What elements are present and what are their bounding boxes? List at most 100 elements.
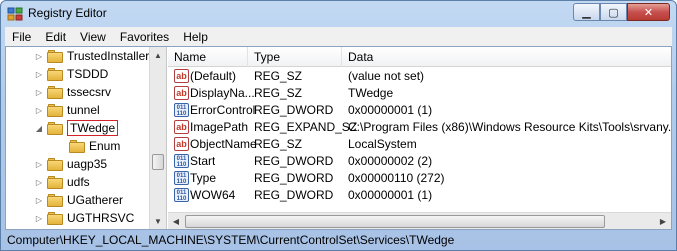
menu-help[interactable]: Help: [176, 30, 215, 44]
folder-icon: [47, 193, 63, 207]
list-header: Name Type Data: [168, 47, 671, 67]
tree-vertical-scrollbar[interactable]: ▲ ▼: [149, 47, 166, 229]
folder-icon: [47, 121, 63, 135]
title-bar[interactable]: Registry Editor ▁ ▢ ✕: [1, 1, 676, 27]
menu-file[interactable]: File: [5, 30, 38, 44]
scroll-right-arrow-icon[interactable]: ▶: [655, 213, 671, 229]
list-row[interactable]: 011 110 WOW64 REG_DWORD 0x00000001 (1): [168, 187, 671, 204]
maximize-icon: ▢: [608, 6, 619, 19]
close-button[interactable]: ✕: [627, 3, 670, 21]
list-row[interactable]: 011 110 ErrorControl REG_DWORD 0x00000001…: [168, 102, 671, 119]
expand-arrow-icon[interactable]: ▷: [34, 106, 44, 115]
tree-item-label: udfs: [67, 175, 90, 189]
value-data: TWedge: [348, 86, 394, 100]
scroll-thumb[interactable]: [152, 154, 164, 170]
value-name: Start: [190, 154, 216, 168]
list-row[interactable]: 011 110 Type REG_DWORD 0x00000110 (272): [168, 170, 671, 187]
values-horizontal-scrollbar[interactable]: ◀ ▶: [168, 212, 671, 229]
expand-arrow-icon[interactable]: ▷: [34, 88, 44, 97]
value-name: ErrorControl: [190, 103, 256, 117]
window-controls: ▁ ▢ ✕: [573, 3, 670, 21]
list-row[interactable]: 011 110 Start REG_DWORD 0x00000002 (2): [168, 153, 671, 170]
scroll-up-arrow-icon[interactable]: ▲: [150, 47, 166, 63]
column-header-type[interactable]: Type: [248, 47, 342, 67]
tree-item-label: tssecsrv: [67, 85, 112, 99]
string-value-icon: ab: [174, 120, 189, 134]
value-data: LocalSystem: [348, 137, 417, 151]
list-row[interactable]: ab ImagePath REG_EXPAND_SZ C:\Program Fi…: [168, 119, 671, 136]
value-type: REG_EXPAND_SZ: [254, 120, 358, 134]
value-name: (Default): [190, 69, 237, 83]
folder-icon: [69, 139, 85, 153]
string-value-icon: ab: [174, 137, 189, 151]
scroll-left-arrow-icon[interactable]: ◀: [168, 213, 184, 229]
tree-item-twedge[interactable]: ◢ TWedge: [34, 119, 119, 137]
menu-view[interactable]: View: [73, 30, 113, 44]
tree-item-uagp35[interactable]: ▷ uagp35: [34, 155, 107, 173]
tree-item-label: UGTHRSVC: [67, 211, 135, 225]
tree-item-label: Enum: [89, 139, 121, 153]
folder-icon: [47, 103, 63, 117]
value-type: REG_SZ: [254, 69, 303, 83]
tree-item-trustedinstaller[interactable]: ▷ TrustedInstaller: [34, 47, 149, 65]
value-data: 0x00000002 (2): [348, 154, 433, 168]
minimize-button[interactable]: ▁: [573, 3, 600, 21]
binary-value-icon: 011 110: [174, 154, 189, 168]
tree-item-label: UGatherer: [67, 193, 124, 207]
expand-arrow-icon[interactable]: ▷: [34, 52, 44, 61]
tree-item-label: tunnel: [67, 103, 100, 117]
tree-item-tssecsrv[interactable]: ▷ tssecsrv: [34, 83, 111, 101]
folder-icon: [47, 49, 63, 63]
tree-item-enum[interactable]: Enum: [56, 137, 120, 155]
string-value-icon: ab: [174, 69, 189, 83]
tree-item-label-selected: TWedge: [67, 120, 119, 136]
tree-item-ugatherer[interactable]: ▷ UGatherer: [34, 191, 123, 209]
list-row[interactable]: ab ObjectName REG_SZ LocalSystem: [168, 136, 671, 153]
value-name: ImagePath: [190, 120, 249, 134]
binary-value-icon: 011 110: [174, 188, 189, 202]
tree-item-tunnel[interactable]: ▷ tunnel: [34, 101, 100, 119]
folder-icon: [47, 67, 63, 81]
menu-edit[interactable]: Edit: [38, 30, 73, 44]
tree-item-tsddd[interactable]: ▷ TSDDD: [34, 65, 108, 83]
value-data: 0x00000110 (272): [348, 171, 445, 185]
list-row[interactable]: ab DisplayNa... REG_SZ TWedge: [168, 85, 671, 102]
value-type: REG_DWORD: [254, 188, 334, 202]
list-row[interactable]: ab (Default) REG_SZ (value not set): [168, 68, 671, 85]
value-data: (value not set): [348, 69, 425, 83]
scroll-thumb[interactable]: [185, 215, 605, 228]
expand-arrow-icon[interactable]: ▷: [34, 196, 44, 205]
tree-item-ugthrsvc[interactable]: ▷ UGTHRSVC: [34, 209, 134, 227]
column-header-name[interactable]: Name: [168, 47, 248, 67]
menu-favorites[interactable]: Favorites: [113, 30, 176, 44]
folder-icon: [47, 157, 63, 171]
value-data: 0x00000001 (1): [348, 188, 433, 202]
tree-item-label: uagp35: [67, 157, 108, 171]
column-header-data[interactable]: Data: [342, 47, 671, 67]
key-tree: ▷ TrustedInstaller ▷ TSDDD ▷ tssecsrv ▷ …: [6, 47, 167, 229]
maximize-button[interactable]: ▢: [600, 3, 627, 21]
tree-item-udfs[interactable]: ▷ udfs: [34, 173, 90, 191]
folder-icon: [47, 175, 63, 189]
folder-icon: [47, 85, 63, 99]
scroll-down-arrow-icon[interactable]: ▼: [150, 213, 166, 229]
expand-arrow-icon[interactable]: ▷: [34, 214, 44, 223]
value-type: REG_DWORD: [254, 171, 334, 185]
menu-bar: File Edit View Favorites Help: [5, 27, 672, 46]
expand-arrow-icon[interactable]: ▷: [34, 160, 44, 169]
value-type: REG_SZ: [254, 86, 303, 100]
value-name: WOW64: [190, 188, 236, 202]
registry-editor-window: Registry Editor ▁ ▢ ✕ File Edit View Fav…: [0, 0, 677, 251]
value-type: REG_DWORD: [254, 154, 334, 168]
expand-arrow-icon[interactable]: ▷: [34, 178, 44, 187]
value-data: C:\Program Files (x86)\Windows Resource …: [348, 120, 671, 134]
expand-arrow-icon[interactable]: ▷: [34, 70, 44, 79]
window-title: Registry Editor: [28, 6, 107, 20]
status-bar-path: Computer\HKEY_LOCAL_MACHINE\SYSTEM\Curre…: [7, 233, 455, 247]
binary-value-icon: 011 110: [174, 103, 189, 117]
minimize-icon: ▁: [582, 6, 591, 19]
value-name: Type: [190, 171, 217, 185]
registry-editor-icon: [7, 7, 23, 21]
collapse-arrow-icon[interactable]: ◢: [34, 124, 44, 133]
binary-value-icon: 011 110: [174, 171, 189, 185]
